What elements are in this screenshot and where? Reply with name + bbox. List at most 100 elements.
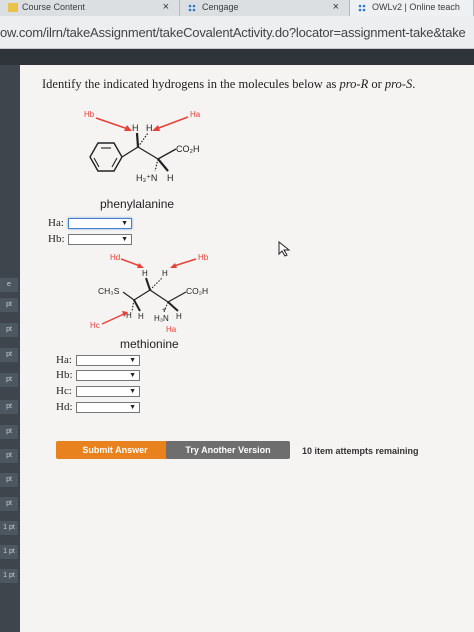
met-hd-label: Hd: xyxy=(56,401,73,413)
app-header-strip xyxy=(0,49,474,65)
sidebar-item[interactable]: 1 pt xyxy=(0,545,18,559)
arrow-hc xyxy=(101,313,125,325)
arrowhead xyxy=(170,263,177,268)
mouse-cursor-icon xyxy=(278,241,291,257)
question-mid: or xyxy=(368,77,385,91)
arrow-ha xyxy=(155,116,189,130)
sidebar-item[interactable]: pt xyxy=(0,449,18,463)
question-suffix: . xyxy=(412,77,416,91)
methionine-structure: Hd Hb H H CH₃S CO₂H H H + H₃N H Hc Ha xyxy=(90,253,209,334)
hash-bond xyxy=(137,132,149,148)
label-h: H xyxy=(167,173,174,183)
sidebar-item[interactable]: 1 pt xyxy=(0,521,18,535)
url-text[interactable]: ow.com/ilrn/takeAssignment/takeCovalentA… xyxy=(0,25,466,40)
met-hc-label: Hc: xyxy=(56,385,72,397)
bond xyxy=(167,291,187,303)
arrow-hb xyxy=(95,117,129,130)
bond xyxy=(149,289,169,303)
label-h: H xyxy=(162,269,168,278)
ring-double-bond xyxy=(111,157,118,168)
tab-owlv2[interactable]: OWLv2 | Online teach xyxy=(350,0,474,16)
try-another-version-button[interactable]: Try Another Version xyxy=(166,441,290,459)
met-ha-label: Ha: xyxy=(56,354,72,366)
phe-ha-select[interactable]: ▼ xyxy=(68,218,132,229)
label-co2h: CO₂H xyxy=(186,286,208,296)
hash-bond xyxy=(154,158,159,172)
label-plus: + xyxy=(162,307,166,314)
tab-close-icon[interactable]: × xyxy=(163,0,169,14)
label-ha: Ha xyxy=(190,110,201,119)
tab-owlv2-label: OWLv2 | Online teach xyxy=(372,2,460,12)
phe-ha-label: Ha: xyxy=(48,217,64,229)
label-h3n: H₃⁺N xyxy=(136,173,157,183)
dropdown-arrow-icon: ▼ xyxy=(129,404,136,411)
label-hb: Hb xyxy=(198,253,209,262)
arrow-hd xyxy=(120,258,141,267)
met-hb-select[interactable]: ▼ xyxy=(76,370,140,381)
phe-hb-label: Hb: xyxy=(48,233,65,245)
arrow-hb xyxy=(173,258,197,267)
label-h: H xyxy=(138,312,144,321)
bond xyxy=(157,148,177,160)
bond xyxy=(133,289,151,301)
wedge-bond xyxy=(145,277,151,291)
sidebar-item[interactable]: pt xyxy=(0,373,18,387)
tab-cengage-label: Cengage xyxy=(202,2,239,12)
label-hc: Hc xyxy=(90,321,100,330)
address-bar[interactable]: ow.com/ilrn/takeAssignment/takeCovalentA… xyxy=(0,16,474,49)
label-h: H xyxy=(176,312,182,321)
label-hb: Hb xyxy=(84,110,95,119)
sidebar-item[interactable]: pt xyxy=(0,298,18,312)
dropdown-arrow-icon: ▼ xyxy=(129,388,136,395)
sidebar-item[interactable]: pt xyxy=(0,497,18,511)
attempts-remaining-text: 10 item attempts remaining xyxy=(302,446,419,456)
question-panel: Identify the indicated hydrogens in the … xyxy=(20,65,474,632)
hash-bond xyxy=(149,277,163,291)
phenylalanine-name: phenylalanine xyxy=(100,197,175,211)
arrowhead xyxy=(152,125,160,131)
tab-close-icon[interactable]: × xyxy=(333,0,339,14)
benzene-ring xyxy=(89,142,123,172)
hash-bond xyxy=(131,299,135,312)
dropdown-arrow-icon: ▼ xyxy=(129,357,136,364)
label-hd: Hd xyxy=(110,253,120,262)
dropdown-arrow-icon: ▼ xyxy=(121,236,128,243)
met-ha-select[interactable]: ▼ xyxy=(76,355,140,366)
sidebar-item[interactable]: pt xyxy=(0,425,18,439)
tab-course-content[interactable]: Course Content × xyxy=(0,0,180,16)
phe-hb-select[interactable]: ▼ xyxy=(68,234,132,245)
met-hc-select[interactable]: ▼ xyxy=(76,386,140,397)
arrowhead xyxy=(137,263,144,268)
methionine-name: methionine xyxy=(120,337,179,351)
sidebar-item[interactable]: pt xyxy=(0,348,18,362)
bond xyxy=(137,146,159,160)
wedge-bond xyxy=(167,301,179,312)
sidebar-item[interactable]: pt xyxy=(0,400,18,414)
bond xyxy=(122,291,135,301)
sidebar-item[interactable]: pt xyxy=(0,473,18,487)
label-co2h: CO₂H xyxy=(176,144,200,154)
dropdown-arrow-icon: ▼ xyxy=(129,372,136,379)
submit-answer-button[interactable]: Submit Answer xyxy=(56,441,174,459)
question-prefix: Identify the indicated hydrogens in the … xyxy=(42,77,340,91)
sidebar-item[interactable]: e xyxy=(0,278,18,292)
label-h: H xyxy=(132,123,139,133)
cengage-favicon-icon xyxy=(188,3,198,12)
label-ha: Ha xyxy=(166,325,177,334)
met-hb-label: Hb: xyxy=(56,369,73,381)
met-hd-select[interactable]: ▼ xyxy=(76,402,140,413)
question-term-pro-s: pro-S xyxy=(384,77,413,91)
sidebar-item[interactable]: 1 pt xyxy=(0,569,18,583)
sidebar-item[interactable]: pt xyxy=(0,323,18,337)
assignment-sidebar: e pt pt pt pt pt pt pt pt pt 1 pt 1 pt 1… xyxy=(0,65,20,632)
browser-tab-bar: Course Content × Cengage × OWLv2 | Onlin… xyxy=(0,0,474,16)
owl-favicon-icon xyxy=(358,3,368,12)
dropdown-arrow-icon: ▼ xyxy=(121,220,128,227)
wedge-bond xyxy=(157,158,169,172)
label-ch3s: CH₃S xyxy=(98,286,120,296)
course-favicon-icon xyxy=(8,3,18,12)
label-h: H xyxy=(142,269,148,278)
bond xyxy=(121,146,139,158)
label-h: H xyxy=(146,123,153,133)
tab-cengage[interactable]: Cengage × xyxy=(180,0,350,16)
